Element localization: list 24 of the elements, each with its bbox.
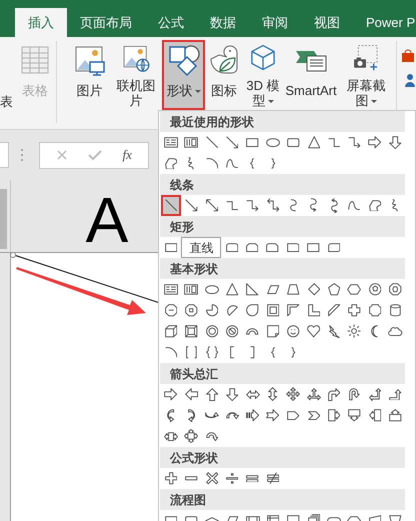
section-header: 基本形状	[160, 258, 405, 279]
ribbon-tab[interactable]: 审阅	[249, 8, 301, 37]
ribbon-button[interactable]: SmartArt	[283, 40, 339, 110]
column-header[interactable]: A	[11, 180, 159, 252]
section-header: 流程图	[160, 489, 405, 510]
ribbon-tab[interactable]: 插入	[15, 8, 67, 37]
section-header: 矩形	[160, 216, 405, 237]
ribbon-button[interactable]: 图标	[207, 40, 241, 110]
ribbon-tab[interactable]: 数据	[197, 8, 249, 37]
section-header: 最近使用的形状	[160, 111, 405, 132]
ribbon-button[interactable]: 图片	[70, 40, 110, 110]
tooltip: 直线	[181, 237, 222, 258]
ribbon-tab[interactable]: Power P	[353, 8, 416, 37]
section-header: 箭头总汇	[160, 363, 405, 384]
section-header: 线条	[160, 174, 405, 195]
insert-function-button[interactable]: fx	[122, 145, 132, 165]
ribbon-button[interactable]: 联机图片	[110, 40, 162, 110]
ribbon-tab[interactable]: 视图	[301, 8, 353, 37]
ribbon-button[interactable]: 形状	[162, 40, 205, 110]
ribbon-tab[interactable]: 公式	[145, 8, 197, 37]
ribbon-tab[interactable]: 页面布局	[67, 8, 145, 37]
ribbon-button[interactable]: 屏幕截图	[339, 40, 393, 110]
ribbon-button[interactable]: 3D 模型	[243, 40, 283, 110]
section-header: 公式形状	[160, 447, 405, 468]
